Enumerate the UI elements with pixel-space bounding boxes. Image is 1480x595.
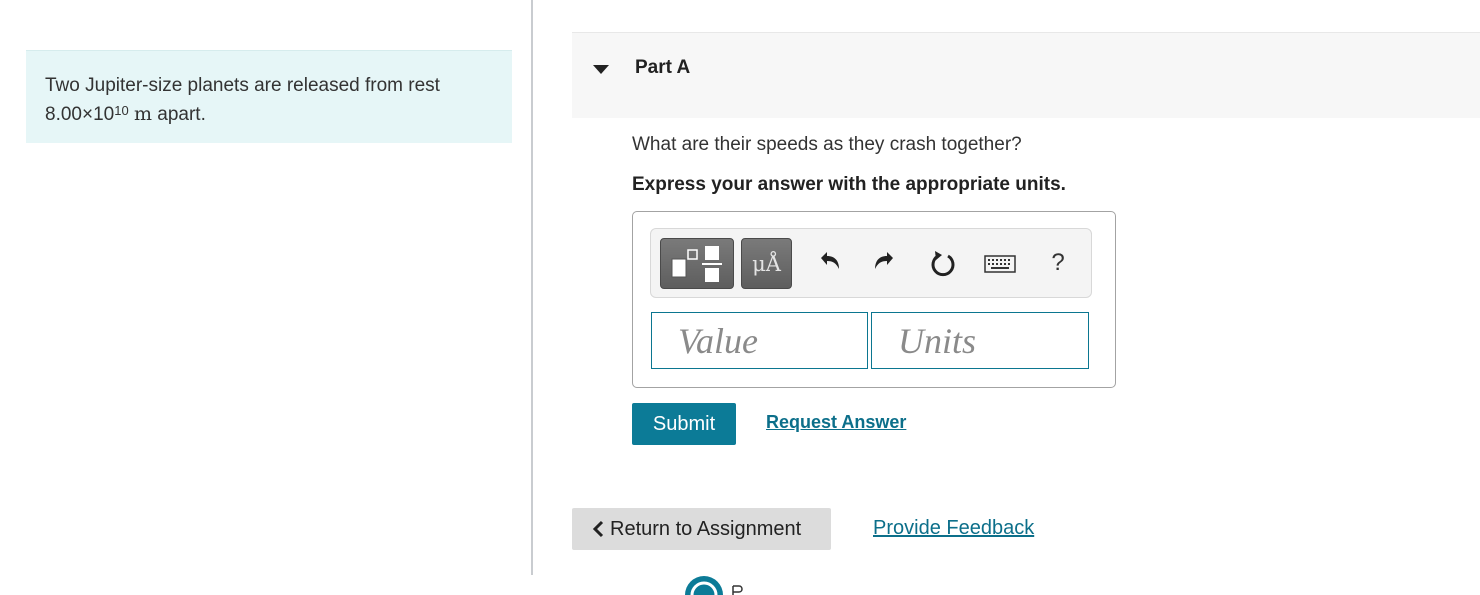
chevron-left-icon bbox=[592, 520, 604, 538]
intro-text-after: apart. bbox=[157, 104, 206, 125]
keyboard-icon[interactable] bbox=[983, 245, 1017, 281]
page: Two Jupiter-size planets are released fr… bbox=[0, 0, 1480, 595]
instruction-text: Express your answer with the appropriate… bbox=[632, 174, 1066, 195]
problem-intro: Two Jupiter-size planets are released fr… bbox=[26, 50, 512, 143]
return-to-assignment-button[interactable]: Return to Assignment bbox=[572, 508, 831, 550]
intro-mantissa: 8.00×10 bbox=[45, 104, 115, 125]
caret-down-icon[interactable] bbox=[593, 65, 609, 74]
undo-icon[interactable] bbox=[811, 245, 845, 281]
reset-icon[interactable] bbox=[926, 245, 960, 281]
intro-text-before: Two Jupiter-size planets are released fr… bbox=[45, 75, 440, 96]
intro-unit: m bbox=[133, 103, 152, 125]
pearson-logo-icon bbox=[685, 576, 743, 595]
return-label: Return to Assignment bbox=[610, 517, 802, 540]
units-input[interactable] bbox=[871, 312, 1089, 369]
intro-exponent: 10 bbox=[114, 103, 129, 118]
value-input[interactable] bbox=[651, 312, 868, 369]
templates-icon bbox=[671, 246, 722, 282]
provide-feedback-link[interactable]: Provide Feedback bbox=[873, 517, 1034, 540]
redo-icon[interactable] bbox=[869, 245, 903, 281]
request-answer-link[interactable]: Request Answer bbox=[766, 412, 906, 433]
part-header[interactable]: Part A bbox=[572, 32, 1480, 118]
units-button[interactable]: μÅ bbox=[741, 238, 792, 289]
templates-button[interactable] bbox=[660, 238, 734, 289]
part-title: Part A bbox=[635, 57, 691, 78]
help-icon[interactable]: ? bbox=[1041, 245, 1075, 281]
math-toolbar: μÅ ? bbox=[650, 228, 1092, 298]
answer-box: μÅ ? bbox=[632, 211, 1116, 388]
question-text: What are their speeds as they crash toge… bbox=[632, 134, 1022, 155]
column-divider bbox=[531, 0, 533, 575]
submit-button[interactable]: Submit bbox=[632, 403, 736, 445]
